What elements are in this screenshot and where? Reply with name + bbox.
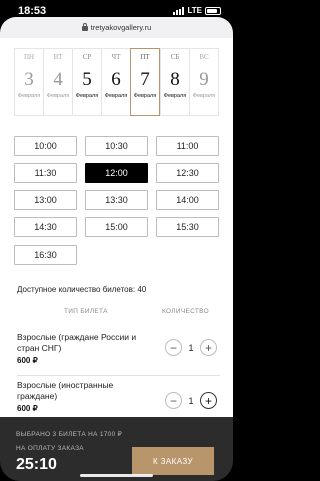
day-month: Февраля <box>192 93 216 99</box>
battery-icon <box>205 6 221 15</box>
time-slot[interactable]: 11:00 <box>156 136 219 156</box>
quantity-header: КОЛИЧЕСТВО <box>162 308 209 315</box>
day-fri-selected[interactable]: ПТ 7 Февраля <box>130 48 160 116</box>
day-number: 3 <box>24 69 34 90</box>
row-divider <box>17 375 220 376</box>
time-slot[interactable]: 14:30 <box>14 217 77 237</box>
day-month: Февраля <box>46 93 70 99</box>
selected-summary: ВЫБРАНО 3 БИЛЕТА НА 1700 ₽ <box>16 431 123 438</box>
available-count: Доступное количество билетов: 40 <box>17 285 147 294</box>
day-of-week: СР <box>82 53 92 61</box>
time-slot[interactable]: 13:30 <box>85 190 148 210</box>
day-of-week: ПТ <box>140 53 150 61</box>
time-slot-selected[interactable]: 12:00 <box>85 163 148 183</box>
plus-button[interactable]: + <box>200 392 217 409</box>
day-number: 4 <box>53 69 63 90</box>
day-number: 5 <box>82 69 92 90</box>
day-tue[interactable]: ВТ 4 Февраля <box>43 49 72 115</box>
day-number: 8 <box>170 69 180 90</box>
quantity-value: 1 <box>188 342 194 353</box>
payment-timer-label: НА ОПЛАТУ ЗАКАЗА <box>16 445 84 452</box>
quantity-stepper: − 1 + <box>165 339 217 356</box>
day-of-week: ВС <box>199 53 209 61</box>
notch <box>58 0 175 18</box>
time-slot[interactable]: 15:30 <box>156 217 219 237</box>
time-slot[interactable]: 16:30 <box>14 245 77 265</box>
ticket-row-foreign: Взрослые (иностранные граждане) 600 ₽ − … <box>17 380 217 413</box>
network-label: LTE <box>187 6 202 15</box>
plus-button[interactable]: + <box>200 339 217 356</box>
time-slot[interactable]: 14:00 <box>156 190 219 210</box>
phone-screen: 18:53 LTE tretyakovgallery.ru ПН 3 Февра… <box>0 0 233 481</box>
ticket-type-header: ТИП БИЛЕТА <box>64 308 108 315</box>
day-month: Февраля <box>75 93 99 99</box>
url-text: tretyakovgallery.ru <box>90 23 152 32</box>
signal-icon <box>173 6 185 15</box>
day-number: 7 <box>140 69 150 90</box>
time-slot[interactable]: 10:00 <box>14 136 77 156</box>
ticket-name: Взрослые (иностранные граждане) <box>17 380 114 401</box>
day-number: 6 <box>111 69 121 90</box>
quantity-stepper: − 1 + <box>165 392 217 409</box>
day-sun[interactable]: ВС 9 Февраля <box>189 49 219 115</box>
ticket-row-russia: Взрослые (граждане России и стран СНГ) 6… <box>17 332 217 365</box>
day-number: 9 <box>199 69 209 90</box>
day-thu[interactable]: ЧТ 6 Февраля <box>101 49 130 115</box>
day-month: Февраля <box>17 93 41 99</box>
day-of-week: ЧТ <box>111 53 121 61</box>
day-of-week: СБ <box>170 53 180 61</box>
ticket-name: Взрослые (граждане России и стран СНГ) <box>17 332 137 353</box>
page-content: ПН 3 Февраля ВТ 4 Февраля СР 5 Февраля Ч… <box>0 38 233 417</box>
status-indicators: LTE <box>173 6 221 15</box>
ticket-price: 600 ₽ <box>17 356 38 365</box>
day-wed[interactable]: СР 5 Февраля <box>72 49 101 115</box>
time-slot[interactable]: 10:30 <box>85 136 148 156</box>
day-mon[interactable]: ПН 3 Февраля <box>14 49 43 115</box>
lock-icon <box>81 23 88 31</box>
payment-timer: 25:10 <box>16 456 57 473</box>
quantity-value: 1 <box>188 395 194 406</box>
day-of-week: ВТ <box>53 53 63 61</box>
order-summary-bar: ВЫБРАНО 3 БИЛЕТА НА 1700 ₽ НА ОПЛАТУ ЗАК… <box>0 417 233 481</box>
home-indicator[interactable] <box>80 474 153 477</box>
day-month: Февраля <box>133 93 157 99</box>
day-of-week: ПН <box>23 53 35 61</box>
date-picker: ПН 3 Февраля ВТ 4 Февраля СР 5 Февраля Ч… <box>14 48 219 116</box>
time-slot[interactable]: 11:30 <box>14 163 77 183</box>
time-slot[interactable]: 15:00 <box>85 217 148 237</box>
day-month: Февраля <box>104 93 128 99</box>
day-month: Февраля <box>163 93 187 99</box>
day-sat[interactable]: СБ 8 Февраля <box>160 49 189 115</box>
order-button[interactable]: К ЗАКАЗУ <box>132 447 214 475</box>
minus-button[interactable]: − <box>165 339 182 356</box>
time-slot[interactable]: 13:00 <box>14 190 77 210</box>
address-bar[interactable]: tretyakovgallery.ru <box>0 17 233 38</box>
minus-button[interactable]: − <box>165 392 182 409</box>
time-slot[interactable]: 12:30 <box>156 163 219 183</box>
status-time: 18:53 <box>18 5 47 17</box>
